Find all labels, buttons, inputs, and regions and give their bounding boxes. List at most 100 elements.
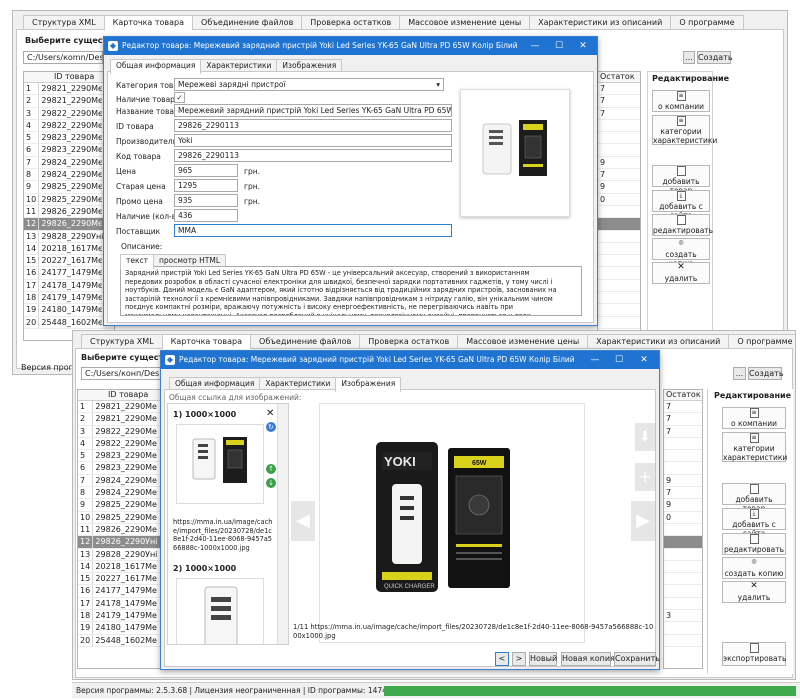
- create-button[interactable]: Создать: [697, 51, 733, 64]
- export-button[interactable]: экспортировать: [722, 642, 786, 666]
- maximize-icon[interactable]: ☐: [547, 37, 571, 55]
- tab-xml-structure[interactable]: Структура XML: [23, 15, 105, 29]
- image-thumbnail-2[interactable]: [176, 578, 264, 644]
- tab-characteristics[interactable]: Характеристики: [259, 377, 337, 389]
- price-field[interactable]: 965: [174, 164, 238, 177]
- table-row[interactable]: 1520227_161793Ме: [78, 573, 168, 586]
- tab-html-preview[interactable]: просмотр HTML: [153, 254, 227, 266]
- move-up-icon[interactable]: ↑: [266, 464, 276, 474]
- col-stock-header[interactable]: Остаток: [664, 390, 702, 401]
- minimize-icon[interactable]: —: [523, 37, 547, 55]
- tab-about[interactable]: О программе: [670, 15, 744, 29]
- categories-button[interactable]: ≡ категории характеристики: [652, 115, 717, 145]
- description-textarea[interactable]: Зарядний пристрій Yoki Led Series YK-65 …: [120, 266, 582, 316]
- availability-checkbox[interactable]: ✓: [174, 92, 185, 103]
- table-row[interactable]: 529823_2290...Мє: [24, 132, 114, 145]
- table-row[interactable]: 329822_2290...Мє: [24, 107, 114, 120]
- upload-icon[interactable]: ⬇: [635, 423, 655, 451]
- tab-desc-characteristics[interactable]: Характеристики из описаний: [587, 334, 730, 348]
- table-row[interactable]: 1029825_2290...Мє: [24, 193, 114, 206]
- edit-button[interactable]: редактировать: [722, 533, 786, 555]
- categories-button[interactable]: ≡ категории характеристики: [722, 432, 787, 462]
- table-row[interactable]: 1724178_1479...Мє: [24, 279, 114, 293]
- table-row[interactable]: 929825_2290...Мє: [24, 181, 114, 194]
- tab-about[interactable]: О программе: [728, 334, 795, 348]
- save-button[interactable]: Сохранить: [614, 652, 659, 666]
- browse-button[interactable]: ...: [683, 51, 695, 64]
- promo-price-field[interactable]: 935: [174, 194, 238, 207]
- delete-button[interactable]: ✕ удалить: [722, 581, 786, 603]
- col-stock-header[interactable]: Остаток: [598, 72, 640, 83]
- category-select[interactable]: Мережеві зарядні пристрої ▾: [174, 78, 444, 91]
- table-row[interactable]: 1420218_161784Ме: [78, 560, 168, 574]
- tab-xml-structure[interactable]: Структура XML: [81, 334, 163, 348]
- table-row[interactable]: 429822_2290...Мє: [24, 119, 114, 133]
- table-row[interactable]: 1129826_2290...Мє: [24, 205, 114, 219]
- old-price-field[interactable]: 1295: [174, 179, 238, 192]
- tab-product-card[interactable]: Карточка товара: [161, 334, 252, 349]
- table-row[interactable]: 529823_2290...Ме: [78, 450, 168, 463]
- table-row[interactable]: 1029825_2290...Ме: [78, 511, 168, 524]
- table-row[interactable]: 1229826_2290...Мє: [24, 218, 114, 231]
- about-company-button[interactable]: ≡ о компании: [722, 407, 786, 429]
- manufacturer-field[interactable]: Yoki: [174, 134, 452, 147]
- quantity-field[interactable]: 436: [174, 209, 238, 222]
- table-row[interactable]: 829824_2290...Мє: [24, 169, 114, 182]
- table-row[interactable]: 1824179_1479...Мє: [24, 292, 114, 305]
- delete-button[interactable]: ✕ удалить: [652, 262, 710, 284]
- move-down-icon[interactable]: ↓: [266, 478, 276, 488]
- tab-merge-files[interactable]: Объединение файлов: [192, 15, 303, 29]
- name-field[interactable]: Мережевий зарядний пристрій Yoki Led Ser…: [174, 104, 452, 117]
- tab-general-info[interactable]: Общая информация: [110, 59, 202, 74]
- tab-merge-files[interactable]: Объединение файлов: [250, 334, 361, 348]
- code-field[interactable]: 29826_2290113: [174, 149, 452, 162]
- table-row[interactable]: 1329828_2290...Уні: [78, 548, 168, 561]
- table-row[interactable]: 1329828_2290...Уні: [24, 230, 114, 243]
- table-row[interactable]: 20 25448_1602 Мє: [24, 316, 114, 329]
- prev-image-arrow[interactable]: ◀: [291, 501, 315, 541]
- table-row[interactable]: 20 25448_1602 Ме: [78, 634, 168, 647]
- image-thumbnail-1[interactable]: [176, 424, 264, 504]
- add-image-icon[interactable]: +: [635, 463, 655, 491]
- table-row[interactable]: 1924180_1479...Ме: [78, 622, 168, 635]
- tab-characteristics[interactable]: Характеристики: [200, 59, 278, 71]
- col-id-header[interactable]: ID товара: [78, 390, 168, 401]
- table-row[interactable]: 1129826_2290...Ме: [78, 523, 168, 537]
- add-product-button[interactable]: добавить товар: [722, 483, 786, 513]
- tab-images[interactable]: Изображения: [335, 377, 402, 392]
- tab-desc-characteristics[interactable]: Характеристики из описаний: [529, 15, 672, 29]
- minimize-icon[interactable]: —: [583, 351, 607, 369]
- refresh-icon[interactable]: ↻: [266, 422, 276, 432]
- edit-button[interactable]: редактировать: [652, 214, 713, 236]
- copy-button[interactable]: ◎создать копию: [722, 557, 786, 579]
- table-row[interactable]: 829824_2290...Ме: [78, 487, 168, 500]
- table-row[interactable]: 229821_2290...Ме: [78, 413, 168, 426]
- tab-images[interactable]: Изображения: [276, 59, 343, 71]
- table-row[interactable]: 1724178_1479...Ме: [78, 597, 168, 611]
- table-row[interactable]: 329822_2290...Ме: [78, 425, 168, 438]
- close-icon[interactable]: ✕: [571, 37, 595, 55]
- new-button[interactable]: Новый: [529, 652, 557, 666]
- add-product-button[interactable]: добавить товар: [652, 165, 710, 195]
- table-row[interactable]: 629823_2290...Мє: [24, 144, 114, 157]
- table-row[interactable]: 729824_2290...Ме: [78, 474, 168, 488]
- tab-general-info[interactable]: Общая информация: [169, 377, 261, 389]
- add-from-site-button[interactable]: ⤓добавить с сайта: [722, 508, 786, 538]
- table-row[interactable]: 629823_2290...Ме: [78, 462, 168, 475]
- table-row[interactable]: 1624177_1479...Ме: [78, 585, 168, 598]
- table-row[interactable]: 129821_2290...Ме: [78, 401, 168, 414]
- image-list-scrollbar[interactable]: [277, 404, 288, 644]
- about-company-button[interactable]: ≡ о компании: [652, 90, 710, 112]
- maximize-icon[interactable]: ☐: [607, 351, 631, 369]
- table-row[interactable]: 1229826_2290...Уні: [78, 536, 168, 549]
- copy-button[interactable]: ◎создать копию: [652, 238, 710, 268]
- table-row[interactable]: 1824179_1479...Ме: [78, 610, 168, 623]
- close-icon[interactable]: ✕: [632, 351, 656, 369]
- add-from-site-button[interactable]: ⤓добавить с сайта: [652, 190, 710, 220]
- table-row[interactable]: 929825_2290...Ме: [78, 499, 168, 512]
- next-button[interactable]: >: [512, 652, 526, 666]
- browse-button[interactable]: ...: [733, 367, 746, 380]
- table-row[interactable]: 1520227_161793Мє: [24, 255, 114, 268]
- tab-text[interactable]: текст: [120, 254, 155, 269]
- new-copy-button[interactable]: Новая копия: [561, 652, 615, 666]
